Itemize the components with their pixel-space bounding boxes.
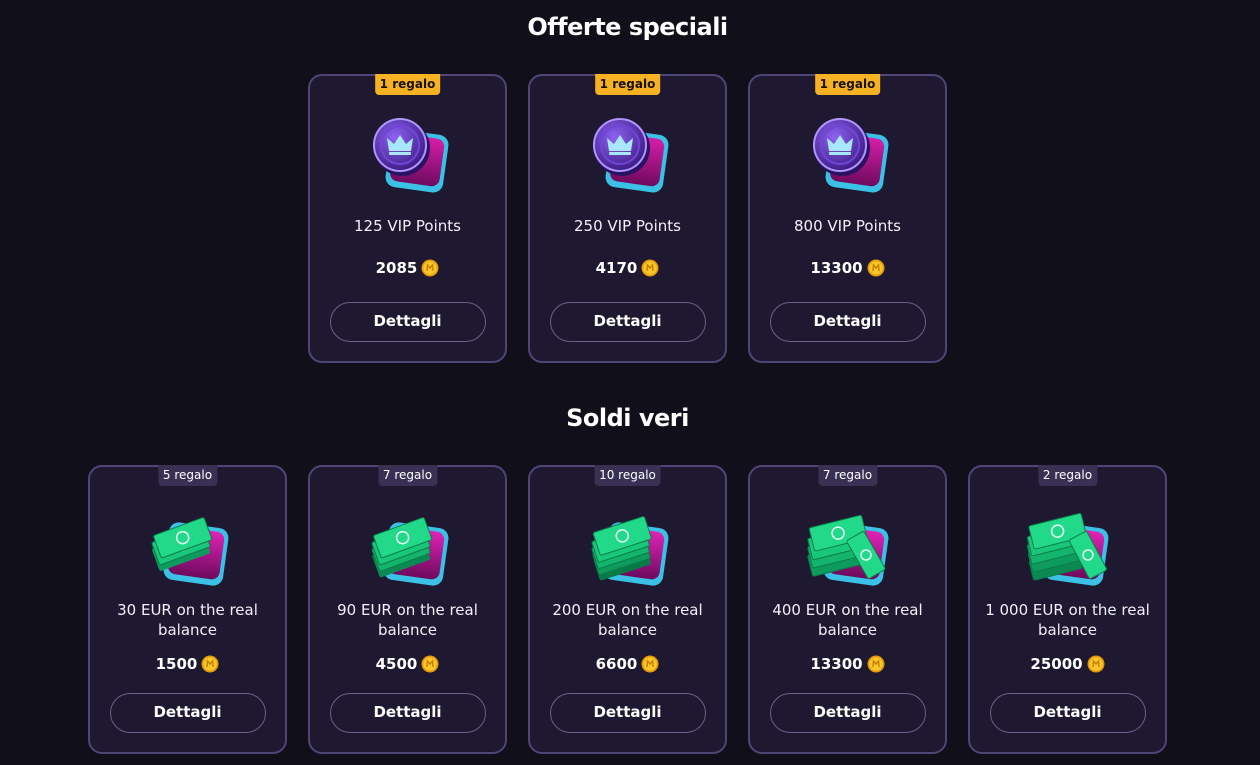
real-money-row: 5 regalo 30 EUR on the real balance 1500… bbox=[88, 465, 1167, 754]
vip-crown-coin-icon bbox=[580, 114, 676, 198]
offer-card: 7 regalo 90 EUR on the real balance 4500… bbox=[308, 465, 507, 754]
cash-stack-icon bbox=[580, 505, 676, 589]
coin-icon bbox=[867, 655, 885, 673]
gift-badge: 7 regalo bbox=[377, 465, 438, 486]
offer-price: 13300 bbox=[750, 655, 945, 673]
cash-stack-icon bbox=[800, 505, 896, 589]
gift-badge: 1 regalo bbox=[594, 74, 661, 95]
offer-card: 5 regalo 30 EUR on the real balance 1500… bbox=[88, 465, 287, 754]
gift-badge: 7 regalo bbox=[817, 465, 878, 486]
offer-name: 400 EUR on the real balance bbox=[772, 601, 923, 639]
price-value: 13300 bbox=[810, 655, 863, 673]
cash-stack-icon bbox=[140, 505, 236, 589]
offer-price: 6600 bbox=[530, 655, 725, 673]
offer-card: 7 regalo 400 EUR on the real balance 133… bbox=[748, 465, 947, 754]
gift-badge: 1 regalo bbox=[374, 74, 441, 95]
price-value: 4500 bbox=[375, 655, 418, 673]
coin-icon bbox=[421, 655, 439, 673]
vip-crown-coin-icon bbox=[360, 114, 456, 198]
shop-page: Offerte speciali 1 regalo 125 VIP Points… bbox=[0, 0, 1260, 765]
offer-name: 200 EUR on the real balance bbox=[552, 601, 703, 639]
offer-card: 1 regalo bbox=[308, 74, 507, 363]
gift-badge: 10 regalo bbox=[594, 465, 661, 486]
offer-card: 2 regalo 1 000 EUR on the real balance 2… bbox=[968, 465, 1167, 754]
coin-icon bbox=[201, 655, 219, 673]
special-offers-row: 1 regalo 125 VIP Points 2085 Dettagli 1 … bbox=[308, 74, 947, 363]
price-value: 1500 bbox=[155, 655, 198, 673]
gift-badge: 1 regalo bbox=[814, 74, 881, 95]
price-value: 6600 bbox=[595, 655, 638, 673]
offer-name: 1 000 EUR on the real balance bbox=[985, 601, 1150, 639]
offer-card: 10 regalo 200 EUR on the real balance 66… bbox=[528, 465, 727, 754]
offer-price: 25000 bbox=[970, 655, 1165, 673]
coin-icon bbox=[1087, 655, 1105, 673]
offer-name: 90 EUR on the real balance bbox=[337, 601, 478, 639]
offer-name: 800 VIP Points bbox=[794, 217, 901, 235]
offer-card: 1 regalo bbox=[748, 74, 947, 363]
offer-price: 4500 bbox=[310, 655, 505, 673]
cash-stack-icon bbox=[360, 505, 456, 589]
price-value: 13300 bbox=[810, 259, 863, 277]
price-value: 4170 bbox=[595, 259, 638, 277]
offer-price: 13300 bbox=[750, 259, 945, 277]
gift-badge: 2 regalo bbox=[1037, 465, 1098, 486]
offer-price: 1500 bbox=[90, 655, 285, 673]
details-button[interactable]: Dettagli bbox=[549, 302, 706, 342]
offer-price: 2085 bbox=[310, 259, 505, 277]
details-button[interactable]: Dettagli bbox=[989, 693, 1146, 733]
details-button[interactable]: Dettagli bbox=[329, 693, 486, 733]
details-button[interactable]: Dettagli bbox=[549, 693, 706, 733]
real-money-title: Soldi veri bbox=[566, 404, 689, 432]
offer-price: 4170 bbox=[530, 259, 725, 277]
coin-icon bbox=[641, 259, 659, 277]
gift-badge: 5 regalo bbox=[157, 465, 218, 486]
offer-name: 125 VIP Points bbox=[354, 217, 461, 235]
offer-name: 30 EUR on the real balance bbox=[117, 601, 258, 639]
special-offers-title: Offerte speciali bbox=[527, 13, 728, 41]
coin-icon bbox=[641, 655, 659, 673]
offer-card: 1 regalo bbox=[528, 74, 727, 363]
details-button[interactable]: Dettagli bbox=[109, 693, 266, 733]
details-button[interactable]: Dettagli bbox=[769, 693, 926, 733]
coin-icon bbox=[867, 259, 885, 277]
details-button[interactable]: Dettagli bbox=[329, 302, 486, 342]
offer-name: 250 VIP Points bbox=[574, 217, 681, 235]
coin-icon bbox=[421, 259, 439, 277]
price-value: 25000 bbox=[1030, 655, 1083, 673]
details-button[interactable]: Dettagli bbox=[769, 302, 926, 342]
price-value: 2085 bbox=[375, 259, 418, 277]
vip-crown-coin-icon bbox=[800, 114, 896, 198]
cash-stack-icon bbox=[1020, 505, 1116, 589]
